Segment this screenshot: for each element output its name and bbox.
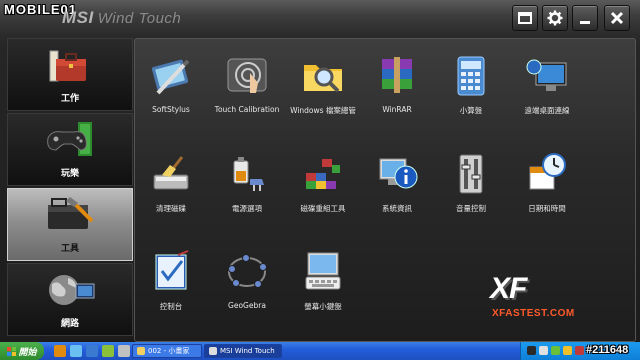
tile-label: 電源選項 bbox=[232, 204, 262, 213]
quicklaunch-folder-icon[interactable] bbox=[118, 345, 130, 357]
wind-touch-icon bbox=[209, 347, 217, 355]
sidebar-item-label: 網路 bbox=[60, 319, 79, 329]
tile-calculator[interactable]: 小算盤 bbox=[435, 43, 507, 123]
tile-onscreen-keyboard[interactable]: 螢幕小鍵盤 bbox=[287, 239, 359, 319]
tile-label: 小算盤 bbox=[459, 106, 483, 115]
tray-icon[interactable] bbox=[527, 346, 536, 355]
defrag-icon bbox=[306, 159, 340, 189]
msi-wind-touch-window: MOBILE01 MSI Wind Touch 工作 玩樂 工具 網路 Soft… bbox=[0, 0, 640, 342]
tile-label: GeoGebra bbox=[228, 301, 266, 310]
sidebar-item-label: 玩樂 bbox=[60, 169, 79, 179]
close-icon bbox=[610, 11, 624, 25]
remote-desktop-icon bbox=[526, 59, 567, 91]
task-label: MSI Wind Touch bbox=[220, 347, 275, 355]
control-panel-icon bbox=[155, 250, 189, 290]
gamepad-icon bbox=[47, 122, 92, 156]
tile-defrag[interactable]: 磁碟重組工具 bbox=[287, 141, 359, 221]
start-button[interactable]: 開始 bbox=[0, 342, 44, 360]
tile-label: 系統資訊 bbox=[382, 204, 412, 213]
tile-remote-desktop[interactable]: 遠端桌面連線 bbox=[511, 43, 583, 123]
tile-winrar[interactable]: WinRAR bbox=[361, 43, 433, 123]
quicklaunch-media-icon[interactable] bbox=[86, 345, 98, 357]
close-button[interactable] bbox=[604, 5, 630, 31]
sidebar-item-label: 工具 bbox=[60, 244, 79, 254]
tray-icon[interactable] bbox=[563, 346, 572, 355]
taskbar-task-wind-touch[interactable]: MSI Wind Touch bbox=[204, 344, 282, 358]
tile-label: 磁碟重組工具 bbox=[300, 204, 346, 213]
app-brand: MSI Wind Touch bbox=[62, 8, 181, 28]
volume-control-icon bbox=[459, 154, 483, 194]
quicklaunch-app-icon[interactable] bbox=[102, 345, 114, 357]
task-label: 002 - 小畫家 bbox=[148, 347, 190, 355]
tile-label: 控制台 bbox=[159, 302, 183, 311]
tile-control-panel[interactable]: 控制台 bbox=[135, 239, 207, 319]
brand-msi: MSI bbox=[62, 8, 94, 27]
windows-logo-icon bbox=[7, 346, 17, 356]
disk-cleanup-icon bbox=[153, 156, 189, 190]
tile-softstylus[interactable]: SoftStylus bbox=[135, 43, 207, 123]
sidebar-item-play[interactable]: 玩樂 bbox=[7, 113, 133, 186]
tile-date-time[interactable]: 日期和時間 bbox=[511, 141, 583, 221]
folder-search-icon bbox=[304, 65, 342, 93]
tile-label: SoftStylus bbox=[152, 105, 190, 114]
paint-icon bbox=[137, 347, 145, 355]
tile-windows-explorer[interactable]: Windows 檔案總管 bbox=[287, 43, 359, 123]
settings-button[interactable] bbox=[542, 5, 568, 31]
globe-icon bbox=[49, 275, 95, 305]
tile-label: 螢幕小鍵盤 bbox=[304, 302, 342, 311]
system-info-icon bbox=[379, 158, 418, 189]
tray-icon[interactable] bbox=[575, 346, 584, 355]
tile-label: Windows 檔案總管 bbox=[290, 106, 356, 115]
date-time-icon bbox=[529, 153, 566, 190]
taskbar-task-paint[interactable]: 002 - 小畫家 bbox=[132, 344, 202, 358]
window-icon bbox=[518, 12, 532, 24]
tile-power-options[interactable]: 電源選項 bbox=[211, 141, 283, 221]
tile-label: Touch Calibration bbox=[214, 105, 280, 114]
winrar-icon bbox=[382, 57, 412, 93]
tile-label: 清理磁碟 bbox=[156, 204, 186, 213]
xfastest-logo: XF bbox=[490, 272, 527, 305]
power-options-icon bbox=[233, 157, 264, 191]
toolbox-icon bbox=[48, 197, 94, 229]
sidebar-item-work[interactable]: 工作 bbox=[7, 38, 133, 111]
geogebra-icon bbox=[228, 254, 267, 288]
xfastest-url: XFASTEST.COM bbox=[492, 308, 575, 319]
sidebar-item-tools[interactable]: 工具 bbox=[7, 188, 133, 261]
brand-wind-touch: Wind Touch bbox=[97, 10, 182, 27]
sidebar-item-label: 工作 bbox=[60, 94, 79, 104]
touch-calibration-icon bbox=[227, 58, 267, 93]
title-bar: MOBILE01 MSI Wind Touch bbox=[0, 0, 640, 36]
tile-touch-calibration[interactable]: Touch Calibration bbox=[211, 43, 283, 123]
quicklaunch-desktop-icon[interactable] bbox=[70, 345, 82, 357]
gear-icon bbox=[547, 10, 563, 26]
tile-label: 音量控制 bbox=[456, 204, 486, 213]
onscreen-keyboard-icon bbox=[305, 252, 341, 290]
tile-disk-cleanup[interactable]: 清理磁碟 bbox=[135, 141, 207, 221]
sidebar-item-network[interactable]: 網路 bbox=[7, 263, 133, 336]
tile-system-info[interactable]: 系統資訊 bbox=[361, 141, 433, 221]
tile-label: 遠端桌面連線 bbox=[524, 106, 570, 115]
tray-icon[interactable] bbox=[551, 346, 560, 355]
window-mode-button[interactable] bbox=[512, 5, 538, 31]
tile-label: WinRAR bbox=[382, 105, 412, 114]
windows-taskbar: 開始 002 - 小畫家 MSI Wind Touch bbox=[0, 342, 640, 360]
stylus-icon bbox=[151, 59, 190, 95]
tile-geogebra[interactable]: GeoGebra bbox=[211, 239, 283, 319]
tile-volume-control[interactable]: 音量控制 bbox=[435, 141, 507, 221]
clock-text: #211648 bbox=[586, 344, 629, 356]
tile-label: 日期和時間 bbox=[528, 204, 566, 213]
briefcase-icon bbox=[49, 50, 86, 82]
quicklaunch-ie-icon[interactable] bbox=[54, 345, 66, 357]
tray-icon[interactable] bbox=[539, 346, 548, 355]
start-label: 開始 bbox=[18, 347, 37, 358]
xfastest-watermark: XF XFASTEST.COM bbox=[482, 268, 618, 326]
category-sidebar: 工作 玩樂 工具 網路 bbox=[4, 36, 133, 342]
minimize-button[interactable] bbox=[572, 5, 598, 31]
minimize-icon bbox=[580, 21, 590, 24]
calculator-icon bbox=[457, 56, 485, 96]
